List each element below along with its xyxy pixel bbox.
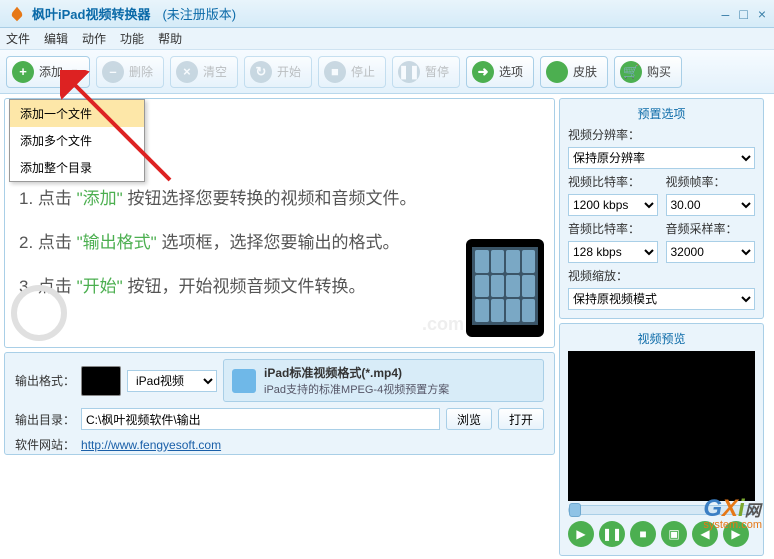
pause-preview-button[interactable]: ❚❚ — [599, 521, 625, 547]
abit-label: 音频比特率： — [568, 220, 658, 237]
pause-button[interactable]: ❚❚暂停 — [392, 56, 460, 88]
apple-icon — [546, 61, 568, 83]
instruction-text: 1. 点击 "添加" 按钮选择您要转换的视频和音频文件。 2. 点击 "输出格式… — [19, 177, 540, 310]
minimize-button[interactable]: – — [722, 6, 730, 22]
play-button[interactable]: ▶ — [568, 521, 594, 547]
output-format-label: 输出格式： — [15, 372, 75, 389]
site-label: 软件网站： — [15, 436, 75, 453]
menu-function[interactable]: 功能 — [120, 30, 144, 47]
stop-button[interactable]: ■停止 — [318, 56, 386, 88]
add-dropdown-menu: 添加一个文件 添加多个文件 添加整个目录 — [9, 99, 145, 182]
arrow-right-icon: ➜ — [472, 61, 494, 83]
chevron-down-icon: ▼ — [70, 67, 79, 77]
asamp-select[interactable]: 32000 — [666, 241, 756, 263]
vbit-label: 视频比特率： — [568, 173, 658, 190]
watermark-text: .com — [422, 314, 464, 335]
plus-icon: + — [12, 61, 34, 83]
res-select[interactable]: 保持原分辨率 — [568, 147, 755, 169]
add-button[interactable]: +添加▼ — [6, 56, 90, 88]
menu-file[interactable]: 文件 — [6, 30, 30, 47]
menubar: 文件 编辑 动作 功能 帮助 — [0, 28, 774, 50]
refresh-icon: ↻ — [250, 61, 272, 83]
minus-icon: – — [102, 61, 124, 83]
output-format-select[interactable]: iPad视频 — [127, 370, 217, 392]
preset-panel: 预置选项 视频分辨率： 保持原分辨率 视频比特率： 视频帧率： 1200 kbp… — [559, 98, 764, 319]
format-description[interactable]: iPadiPad标准视频格式(*.mp4)标准视频格式(*.mp4) iPad支… — [223, 359, 544, 402]
watermark-logo: GXi网 system.com — [703, 495, 762, 531]
open-button[interactable]: 打开 — [498, 408, 544, 430]
menu-edit[interactable]: 编辑 — [44, 30, 68, 47]
vfps-select[interactable]: 30.00 — [666, 194, 756, 216]
preview-screen — [568, 351, 755, 501]
x-icon: × — [176, 61, 198, 83]
vfps-label: 视频帧率： — [666, 173, 756, 190]
site-link[interactable]: http://www.fengyesoft.com — [81, 438, 221, 452]
slider-thumb[interactable] — [569, 503, 581, 517]
menu-help[interactable]: 帮助 — [158, 30, 182, 47]
asamp-label: 音频采样率： — [666, 220, 756, 237]
app-title: 枫叶iPad视频转换器 — [32, 4, 150, 23]
file-list-panel: 添加一个文件 添加多个文件 添加整个目录 1. 点击 "添加" 按钮选择您要转换… — [4, 98, 555, 348]
buy-button[interactable]: 🛒购买 — [614, 56, 682, 88]
add-one-file-item[interactable]: 添加一个文件 — [10, 100, 144, 127]
format-thumbnail — [81, 366, 121, 396]
preview-title: 视频预览 — [568, 330, 755, 347]
menu-action[interactable]: 动作 — [82, 30, 106, 47]
clear-button[interactable]: ×清空 — [170, 56, 238, 88]
vbit-select[interactable]: 1200 kbps — [568, 194, 658, 216]
format-icon — [232, 369, 256, 393]
options-button[interactable]: ➜选项 — [466, 56, 534, 88]
cart-icon: 🛒 — [620, 61, 642, 83]
add-folder-item[interactable]: 添加整个目录 — [10, 154, 144, 181]
zoom-label: 视频缩放： — [568, 267, 755, 284]
preset-title: 预置选项 — [568, 105, 755, 122]
output-dir-input[interactable] — [81, 408, 440, 430]
res-label: 视频分辨率： — [568, 126, 755, 143]
stop-icon: ■ — [324, 61, 346, 83]
snapshot-button[interactable]: ▣ — [661, 521, 687, 547]
maximize-button[interactable]: □ — [739, 6, 747, 22]
toolbar: +添加▼ –删除 ×清空 ↻开始 ■停止 ❚❚暂停 ➜选项 皮肤 🛒购买 — [0, 50, 774, 94]
close-button[interactable]: × — [758, 6, 766, 22]
app-icon — [8, 5, 26, 23]
start-button[interactable]: ↻开始 — [244, 56, 312, 88]
output-panel: 输出格式： iPad视频 iPadiPad标准视频格式(*.mp4)标准视频格式… — [4, 352, 555, 455]
output-dir-label: 输出目录： — [15, 411, 75, 428]
stop-preview-button[interactable]: ■ — [630, 521, 656, 547]
app-subtitle: (未注册版本) — [162, 4, 236, 23]
abit-select[interactable]: 128 kbps — [568, 241, 658, 263]
delete-button[interactable]: –删除 — [96, 56, 164, 88]
film-reel-icon — [11, 285, 67, 341]
pause-icon: ❚❚ — [398, 61, 420, 83]
zoom-select[interactable]: 保持原视频模式 — [568, 288, 755, 310]
add-multi-file-item[interactable]: 添加多个文件 — [10, 127, 144, 154]
skin-button[interactable]: 皮肤 — [540, 56, 608, 88]
browse-button[interactable]: 浏览 — [446, 408, 492, 430]
ipad-thumbnail — [466, 239, 544, 337]
